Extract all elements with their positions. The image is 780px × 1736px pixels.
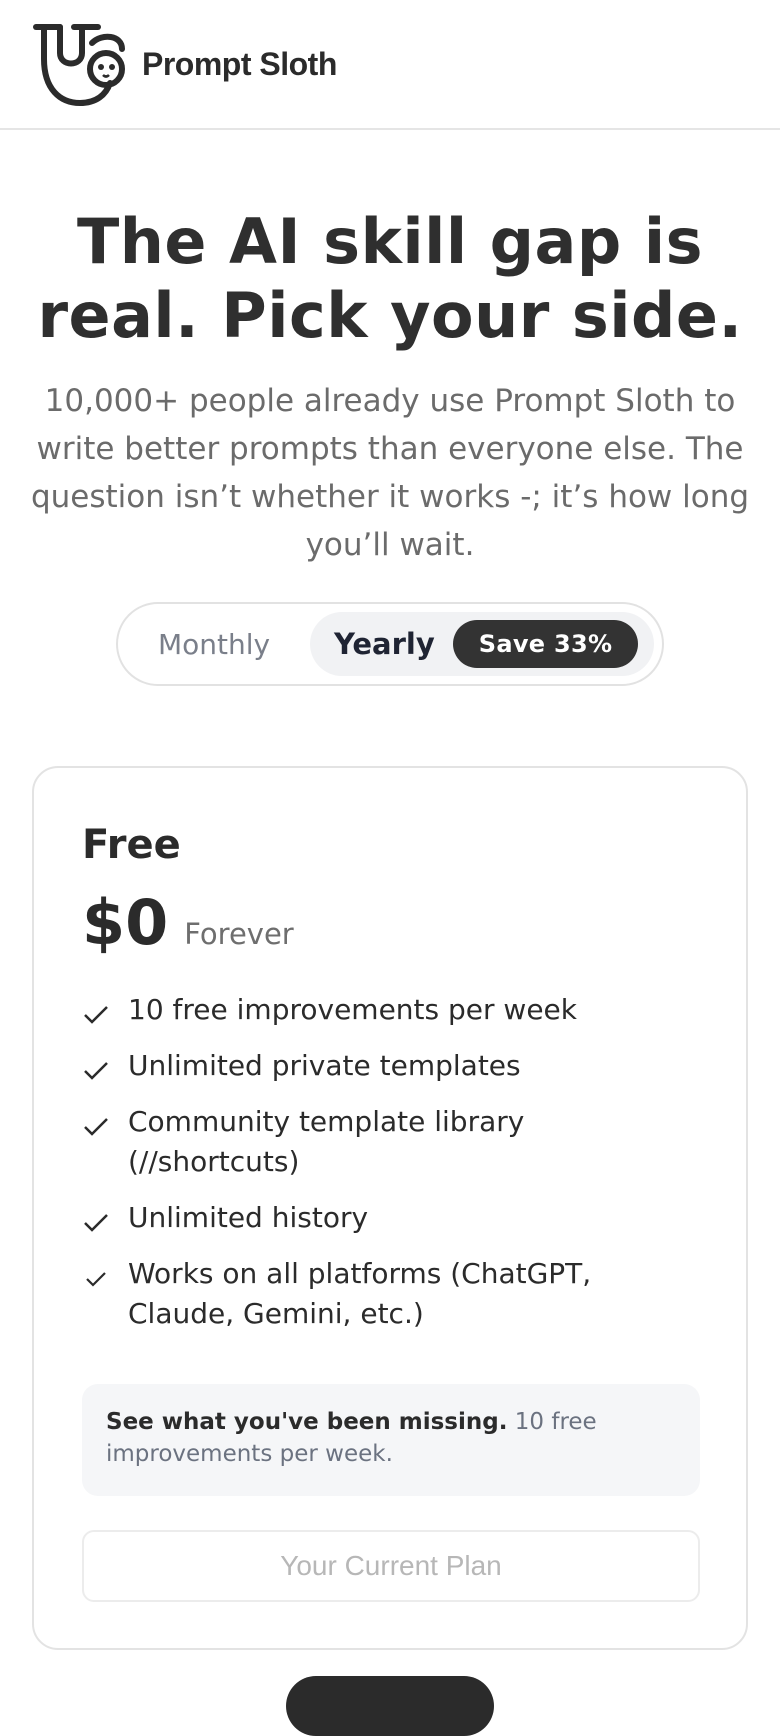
feature-list: 10 free improvements per week Unlimited … bbox=[82, 990, 702, 1350]
brand-name[interactable]: Prompt Sloth bbox=[142, 46, 337, 83]
save-badge: Save 33% bbox=[452, 620, 639, 668]
plan-note: See what you've been missing. 10 free im… bbox=[82, 1384, 700, 1496]
next-plan-button-peek[interactable] bbox=[286, 1676, 494, 1736]
feature-item: Community template library (//shortcuts) bbox=[82, 1102, 702, 1182]
feature-text: Works on all platforms (ChatGPT, Claude,… bbox=[128, 1257, 592, 1330]
feature-item: Works on all platforms (ChatGPT, Claude,… bbox=[82, 1254, 702, 1334]
feature-text: Unlimited private templates bbox=[128, 1049, 521, 1082]
site-header: Prompt Sloth bbox=[0, 0, 780, 130]
feature-text: 10 free improvements per week bbox=[128, 993, 577, 1026]
plan-price: $0 bbox=[82, 886, 169, 959]
toggle-yearly[interactable]: Yearly Save 33% bbox=[310, 612, 654, 676]
toggle-yearly-label: Yearly bbox=[334, 627, 435, 661]
plan-card-free: Free $0 Forever 10 free improvements per… bbox=[32, 766, 748, 1650]
current-plan-button[interactable]: Your Current Plan bbox=[82, 1530, 700, 1602]
feature-item: 10 free improvements per week bbox=[82, 990, 702, 1030]
checkmark-icon bbox=[84, 1214, 108, 1232]
billing-period-toggle: Monthly Yearly Save 33% bbox=[116, 602, 664, 686]
feature-text: Community template library (//shortcuts) bbox=[128, 1105, 525, 1178]
checkmark-icon bbox=[84, 1006, 108, 1024]
hero-subtitle: 10,000+ people already use Prompt Sloth … bbox=[30, 383, 750, 563]
plan-period: Forever bbox=[184, 917, 294, 951]
price-row: $0 Forever bbox=[82, 886, 294, 959]
toggle-monthly[interactable]: Monthly bbox=[118, 604, 310, 684]
plan-name: Free bbox=[82, 822, 181, 868]
feature-item: Unlimited history bbox=[82, 1198, 702, 1238]
checkmark-icon bbox=[84, 1118, 108, 1136]
plan-note-strong: See what you've been missing. bbox=[106, 1409, 508, 1435]
feature-text: Unlimited history bbox=[128, 1201, 369, 1234]
sloth-logo-icon[interactable] bbox=[30, 19, 130, 109]
checkmark-icon bbox=[86, 1272, 106, 1287]
hero-title: The AI skill gap is real. Pick your side… bbox=[37, 205, 743, 352]
feature-item: Unlimited private templates bbox=[82, 1046, 702, 1086]
checkmark-icon bbox=[84, 1062, 108, 1080]
